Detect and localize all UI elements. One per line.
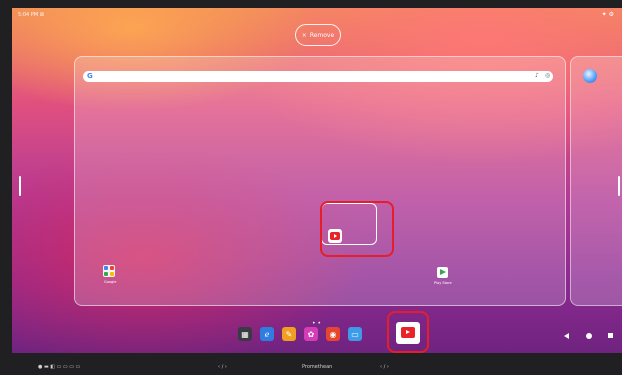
lens-icon[interactable]: ◎ bbox=[545, 72, 550, 79]
media-app-icon[interactable]: ✿ bbox=[304, 327, 318, 341]
recorder-app-icon[interactable]: ◉ bbox=[326, 327, 340, 341]
remove-button[interactable]: × Remove bbox=[295, 24, 341, 46]
bezel-right-pen-controls[interactable]: ‹ ∕ › bbox=[380, 364, 389, 370]
play-store-icon[interactable] bbox=[437, 267, 448, 278]
remove-label: Remove bbox=[309, 31, 335, 39]
dashboard-app-icon[interactable]: ▦ bbox=[238, 327, 252, 341]
left-edge-handle[interactable] bbox=[19, 176, 21, 196]
mic-icon[interactable]: ♪ bbox=[535, 72, 539, 79]
screen-app-icon[interactable]: ▭ bbox=[348, 327, 362, 341]
right-edge-handle[interactable] bbox=[618, 176, 620, 196]
recents-icon[interactable] bbox=[608, 333, 613, 338]
status-icons: ✦ ⚙ bbox=[601, 11, 614, 18]
bezel-controls[interactable]: ● ▬ ◧ ▭ ▭ ▭ ▭ bbox=[38, 364, 80, 370]
dock-slot-highlight bbox=[387, 311, 429, 353]
launcher-screen: 5:04 PM ⊠ ✦ ⚙ × Remove G ♪ ◎ Google Play… bbox=[12, 8, 622, 353]
display-bezel: 5:04 PM ⊠ ✦ ⚙ × Remove G ♪ ◎ Google Play… bbox=[0, 0, 622, 375]
bezel-left-pen-controls[interactable]: ‹ ∕ › bbox=[218, 364, 227, 370]
status-time: 5:04 PM ⊠ bbox=[18, 12, 44, 18]
whiteboard-app-icon[interactable]: ✎ bbox=[282, 327, 296, 341]
google-search-bar[interactable]: G ♪ ◎ bbox=[83, 71, 553, 82]
youtube-icon bbox=[330, 232, 340, 240]
google-folder-label: Google bbox=[104, 280, 117, 284]
google-icon: G bbox=[87, 72, 93, 80]
back-icon[interactable] bbox=[564, 333, 569, 339]
home-page-preview[interactable]: G ♪ ◎ Google Play Store bbox=[74, 56, 566, 306]
google-folder-icon[interactable] bbox=[103, 265, 115, 277]
page-indicator: • • bbox=[312, 320, 321, 327]
play-store-label: Play Store bbox=[434, 281, 452, 285]
brand-logo: Promethean bbox=[302, 364, 333, 370]
close-icon: × bbox=[301, 31, 307, 39]
assistant-orb-icon[interactable] bbox=[583, 69, 597, 83]
next-page-preview[interactable] bbox=[570, 56, 622, 306]
youtube-dragging-icon[interactable] bbox=[328, 229, 342, 243]
home-icon[interactable] bbox=[586, 333, 592, 339]
edge-app-icon[interactable]: ℯ bbox=[260, 327, 274, 341]
